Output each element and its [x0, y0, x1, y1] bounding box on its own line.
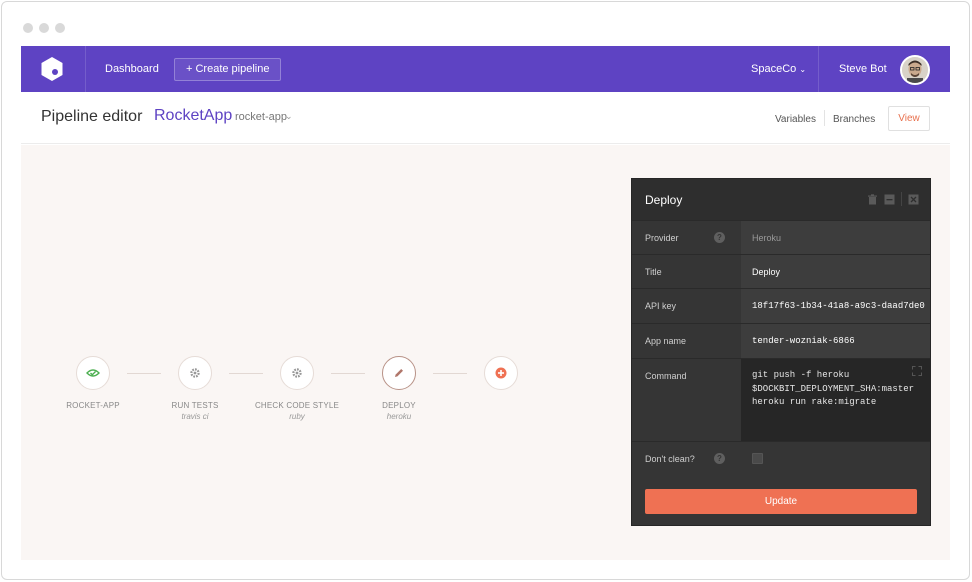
app-name-value: tender-wozniak-6866: [752, 336, 855, 346]
nav-dashboard-link[interactable]: Dashboard: [105, 46, 159, 92]
dont-clean-row: Don't clean? ?: [632, 441, 930, 476]
pipeline-connector: [433, 373, 467, 374]
title-input[interactable]: Deploy: [741, 255, 930, 289]
help-icon[interactable]: ?: [714, 453, 725, 464]
title-label: Title: [645, 267, 662, 277]
view-button[interactable]: View: [888, 106, 930, 131]
window-close-dot[interactable]: [23, 23, 33, 33]
api-key-value: 18f17f63-1b34-41a8-a9c3-daad7de0: [752, 301, 925, 311]
nav-divider: [85, 46, 86, 92]
eye-icon: [86, 369, 100, 377]
gear-icon: [190, 368, 200, 378]
pipeline-node-check-code-style[interactable]: [280, 356, 314, 390]
pipeline-node-label: DEPLOY: [382, 401, 416, 410]
org-name: SpaceCo: [751, 63, 797, 75]
plus-circle-icon: [495, 367, 507, 379]
app-name-label: App name: [645, 336, 687, 346]
close-icon[interactable]: [908, 194, 919, 205]
title-row: Title Deploy: [632, 254, 930, 289]
api-key-row: API key 18f17f63-1b34-41a8-a9c3-daad7de0: [632, 288, 930, 323]
gear-icon: [292, 368, 302, 378]
command-label: Command: [645, 371, 687, 381]
pipeline-connector: [331, 373, 365, 374]
provider-value: Heroku: [752, 233, 782, 243]
provider-label: Provider: [645, 233, 679, 243]
panel-header: Deploy: [632, 179, 930, 220]
stage-settings-panel: Deploy Provider ? Heroku Title Deploy AP…: [631, 178, 931, 526]
app-name-row: App name tender-wozniak-6866: [632, 323, 930, 358]
app-name-input[interactable]: tender-wozniak-6866: [741, 324, 930, 358]
title-value: Deploy: [752, 267, 781, 277]
pipeline-connector: [229, 373, 263, 374]
app-slug[interactable]: rocket-app: [235, 111, 287, 123]
page-title: Pipeline editor: [41, 108, 143, 125]
pipeline-node-run-tests[interactable]: [178, 356, 212, 390]
branches-link[interactable]: Branches: [833, 114, 875, 125]
api-key-input[interactable]: 18f17f63-1b34-41a8-a9c3-daad7de0: [741, 289, 930, 323]
update-button[interactable]: Update: [645, 489, 917, 514]
window-zoom-dot[interactable]: [55, 23, 65, 33]
page-header: Pipeline editor RocketApp rocket-app ⌄ V…: [21, 92, 950, 144]
trash-icon[interactable]: [867, 193, 878, 205]
user-name[interactable]: Steve Bot: [839, 46, 887, 92]
chevron-down-icon[interactable]: ⌄: [285, 111, 293, 122]
top-navigation: Dashboard + Create pipeline SpaceCo ⌄ St…: [21, 46, 950, 92]
dont-clean-field: [741, 442, 930, 476]
command-row: Command git push -f heroku $DOCKBIT_DEPL…: [632, 358, 930, 441]
variables-link[interactable]: Variables: [775, 114, 816, 125]
chevron-down-icon: ⌄: [799, 65, 807, 74]
help-icon[interactable]: ?: [714, 232, 725, 243]
avatar-face-icon: [902, 57, 928, 83]
pipeline-connector: [127, 373, 161, 374]
command-value: git push -f heroku $DOCKBIT_DEPLOYMENT_S…: [752, 370, 915, 407]
pencil-icon: [395, 369, 403, 377]
header-divider: [824, 110, 825, 126]
window-minimize-dot[interactable]: [39, 23, 49, 33]
provider-row: Provider ? Heroku: [632, 220, 930, 255]
pipeline-node-deploy[interactable]: [382, 356, 416, 390]
user-avatar[interactable]: [900, 55, 930, 85]
dockbit-logo-icon[interactable]: [39, 56, 65, 82]
create-pipeline-button[interactable]: + Create pipeline: [174, 58, 282, 81]
toolbar-divider: [901, 192, 902, 206]
pipeline-node-source[interactable]: [76, 356, 110, 390]
add-stage-button[interactable]: [484, 356, 518, 390]
pipeline-node-provider: heroku: [386, 412, 412, 421]
panel-toolbar: [867, 192, 919, 206]
app-name[interactable]: RocketApp: [154, 107, 232, 125]
window-controls: [23, 23, 65, 33]
command-textarea[interactable]: git push -f heroku $DOCKBIT_DEPLOYMENT_S…: [741, 359, 930, 441]
org-switcher[interactable]: SpaceCo ⌄: [751, 46, 806, 92]
api-key-label: API key: [645, 301, 677, 311]
expand-icon[interactable]: [912, 366, 922, 376]
nav-divider: [818, 46, 819, 92]
dont-clean-label: Don't clean?: [645, 454, 695, 464]
panel-title: Deploy: [645, 193, 683, 207]
minimize-icon[interactable]: [884, 194, 895, 205]
dont-clean-checkbox[interactable]: [752, 453, 763, 464]
provider-field[interactable]: Heroku: [741, 221, 930, 255]
